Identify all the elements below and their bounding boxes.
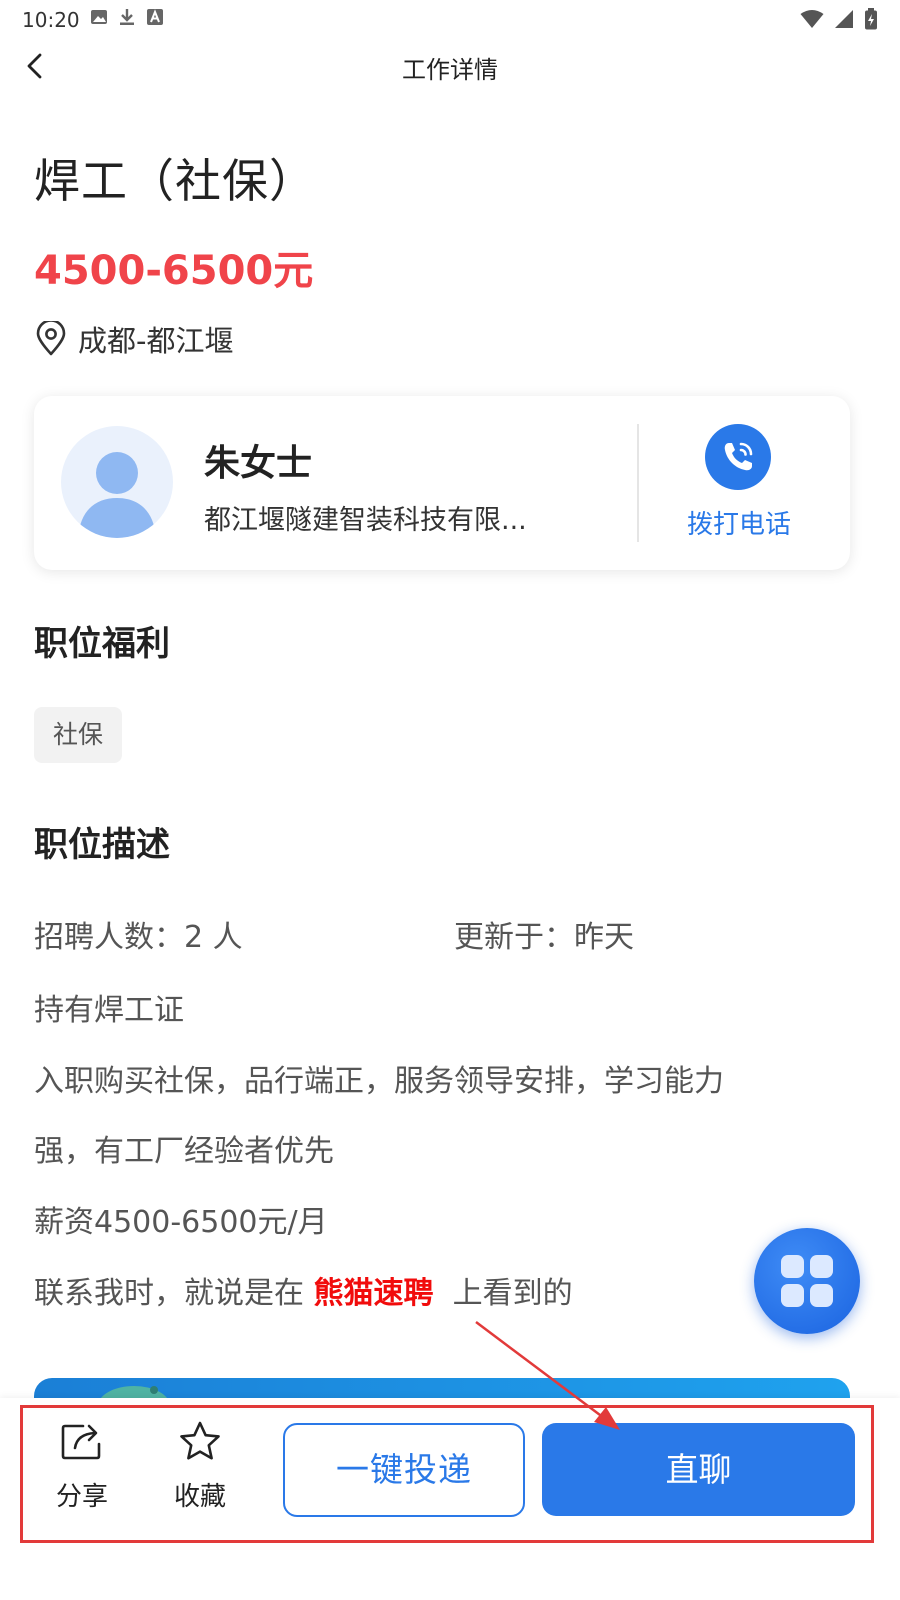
font-notification-icon [146,8,164,26]
call-label: 拨打电话 [686,510,791,540]
call-button[interactable]: 拨打电话 [674,422,804,552]
description-line: 薪资4500-6500元/月 [34,1205,328,1240]
benefits-heading: 职位福利 [34,624,170,664]
bottom-action-bar: 分享 收藏 一键投递 直聊 [0,1398,900,1600]
recruiter-name: 朱女士 [204,443,313,484]
job-salary: 4500-6500元 [34,248,314,294]
updated-text: 更新于：昨天 [454,920,634,955]
description-line: 持有焊工证 [34,993,184,1028]
phone-icon [724,442,753,471]
favorite-button[interactable]: 收藏 [160,1420,240,1513]
share-icon [61,1424,101,1460]
download-notification-icon [118,8,136,26]
share-label: 分享 [55,1482,108,1512]
job-location: 成都-都江堰 [34,318,233,360]
contact-hint: 联系我时，就说是在 熊猫速聘 上看到的 [34,1268,573,1312]
description-line: 入职购买社保，品行端正，服务领导安排，学习能力 [34,1064,724,1099]
headcount-text: 招聘人数：2 人 [34,920,243,955]
contact-suffix: 上看到的 [452,1276,573,1311]
company-name: 都江堰隧建智装科技有限... [204,505,527,536]
wifi-icon [800,9,824,33]
contact-prefix: 联系我时，就说是在 [34,1276,304,1311]
location-text: 成都-都江堰 [78,324,234,358]
recruiter-avatar [61,426,173,538]
notification-icons [90,8,164,26]
card-divider [637,424,639,542]
nav-bar: 工作详情 [0,36,900,100]
location-pin-icon [36,321,66,356]
floating-apps-button[interactable] [754,1228,860,1334]
description-heading: 职位描述 [34,825,170,865]
status-time: 10:20 [22,8,80,32]
star-icon [180,1421,220,1460]
image-notification-icon [90,8,108,26]
signal-icon [834,9,854,33]
one-click-apply-button[interactable]: 一键投递 [283,1423,525,1517]
person-icon [78,452,156,538]
recruiter-card[interactable]: 朱女士 都江堰隧建智装科技有限... 拨打电话 [34,396,850,570]
status-bar: 10:20 [0,0,900,36]
job-title: 焊工（社保） [34,154,316,208]
brand-name: 熊猫速聘 [313,1276,434,1311]
direct-chat-button[interactable]: 直聊 [542,1423,855,1516]
system-icons [800,8,878,34]
share-button[interactable]: 分享 [42,1420,122,1513]
description-line: 强，有工厂经验者优先 [34,1134,334,1169]
battery-icon [864,8,878,34]
call-icon-circle [705,424,771,490]
benefit-tag: 社保 [34,707,123,763]
page-title: 工作详情 [402,56,498,84]
favorite-label: 收藏 [173,1482,226,1512]
